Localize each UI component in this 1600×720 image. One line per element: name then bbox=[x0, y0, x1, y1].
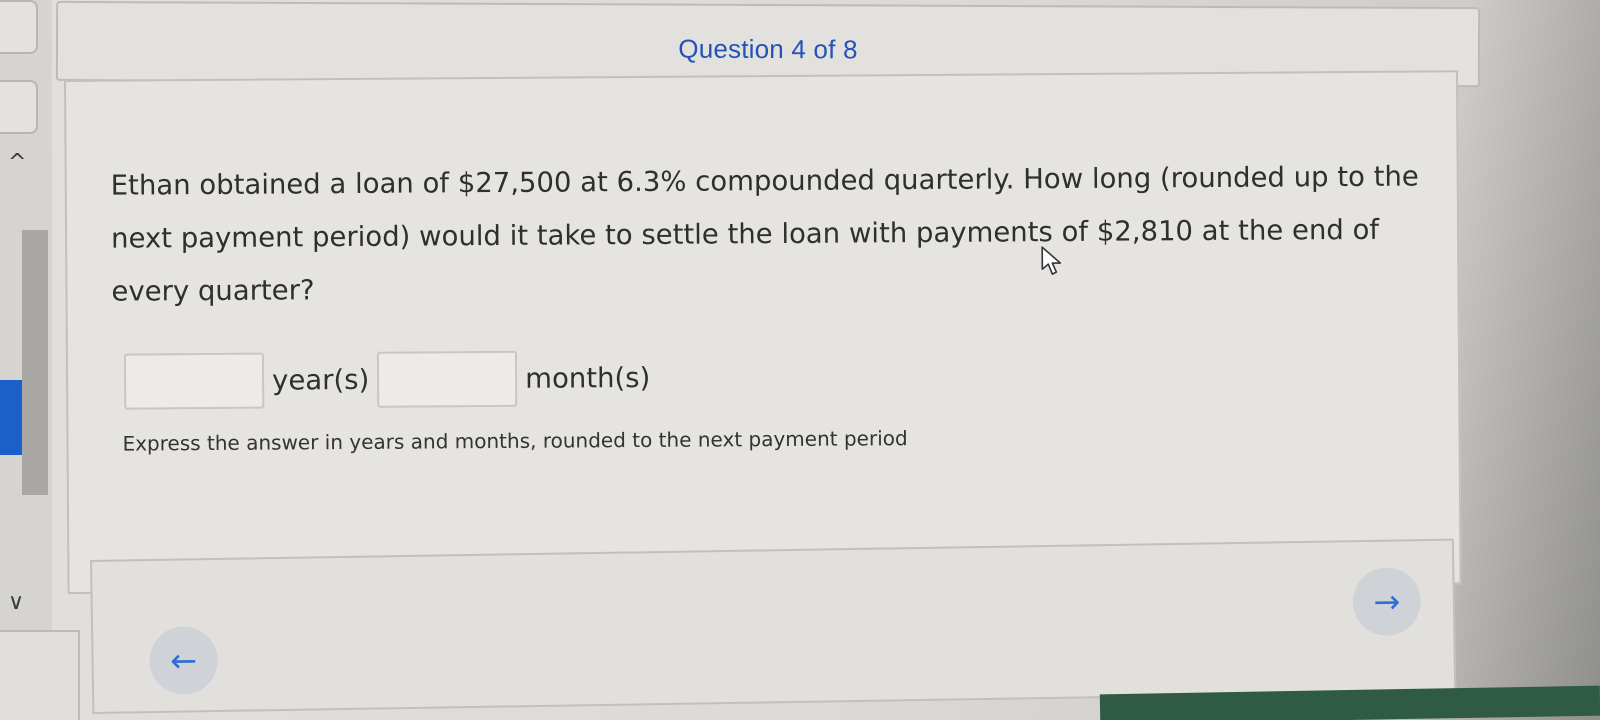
rail-top-box[interactable] bbox=[0, 0, 38, 54]
question-counter: Question 4 of 8 bbox=[678, 33, 858, 65]
months-unit-label: month(s) bbox=[525, 361, 651, 395]
arrow-right-icon: → bbox=[1373, 582, 1401, 621]
months-input[interactable] bbox=[377, 350, 518, 408]
answer-row: year(s) month(s) bbox=[123, 346, 659, 414]
rail-lower-box[interactable] bbox=[0, 630, 80, 720]
previous-button[interactable]: ← bbox=[149, 626, 219, 696]
years-input[interactable] bbox=[123, 352, 265, 410]
sidebar-accent bbox=[0, 380, 22, 455]
answer-hint: Express the answer in years and months, … bbox=[122, 426, 908, 456]
sidebar-scrollbar[interactable] bbox=[22, 230, 48, 495]
chevron-down-icon[interactable]: ∨ bbox=[8, 590, 24, 615]
screen: ^ ∨ Question 4 of 8 Ethan obtained a loa… bbox=[0, 0, 1600, 720]
years-unit-label: year(s) bbox=[271, 363, 370, 397]
rail-box-2[interactable] bbox=[0, 80, 38, 134]
arrow-left-icon: ← bbox=[169, 641, 198, 680]
question-text: Ethan obtained a loan of $27,500 at 6.3%… bbox=[110, 160, 1419, 308]
chevron-up-icon[interactable]: ^ bbox=[8, 150, 26, 175]
navigation-bar: ← → bbox=[90, 538, 1457, 714]
mouse-pointer-icon bbox=[1041, 246, 1062, 275]
next-button[interactable]: → bbox=[1352, 567, 1422, 637]
left-rail: ^ ∨ bbox=[0, 0, 52, 720]
question-card: Ethan obtained a loan of $27,500 at 6.3%… bbox=[64, 70, 1462, 594]
